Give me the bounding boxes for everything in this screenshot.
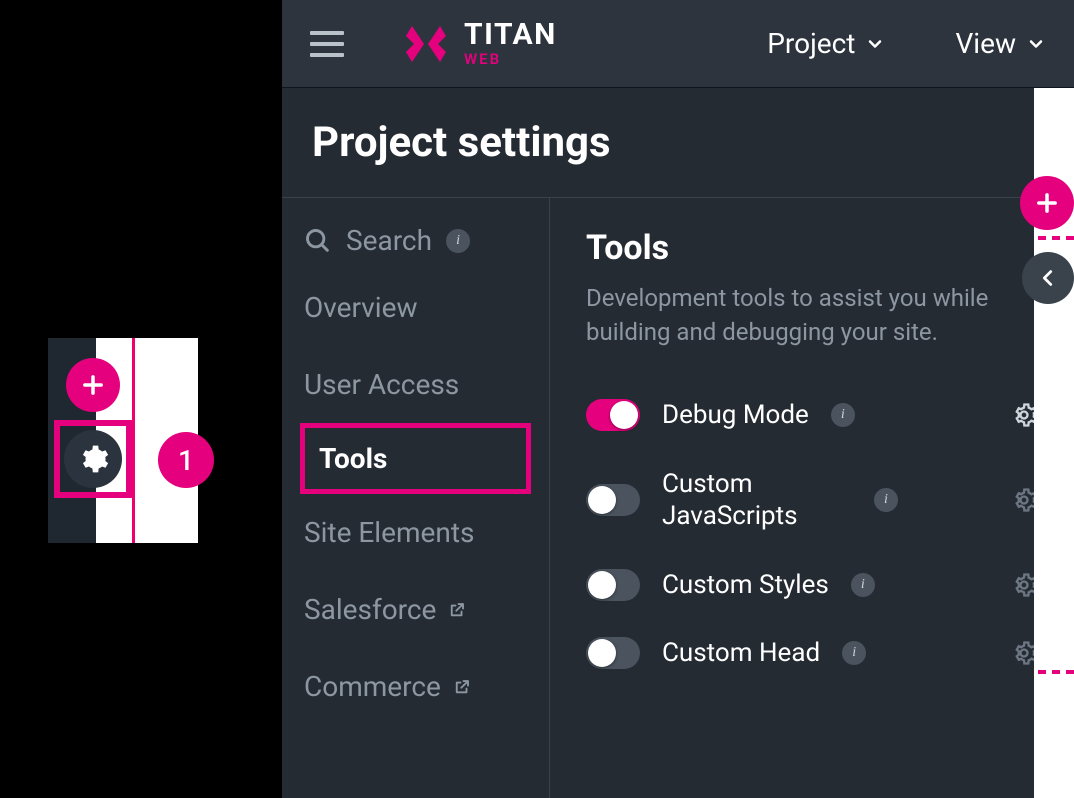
plus-icon [1033,189,1061,217]
menu-view[interactable]: View [955,27,1046,60]
tool-label: Custom Styles [662,569,829,602]
tool-row-custom-head: Custom Head i [586,619,1038,688]
info-icon[interactable]: i [874,488,898,512]
brand-title: TITAN [464,20,557,50]
callout-badge-1: 1 [158,432,214,488]
menu-project[interactable]: Project [767,27,885,60]
content: Search i Overview User Access Tools Site… [282,198,1074,798]
sidebar-item-label: Commerce [304,670,441,703]
sidebar-item-salesforce[interactable]: Salesforce [282,571,549,648]
hamburger-button[interactable] [310,31,344,57]
gear-icon [77,443,109,475]
sidebar-item-label: User Access [304,368,459,401]
search-placeholder: Search [346,224,432,257]
sidebar-item-label: Overview [304,291,418,324]
app-panel: TITAN WEB Project View Project settings … [282,0,1074,798]
brand-subtitle: WEB [464,52,557,67]
brand-logo-icon [402,20,450,68]
tool-label: Debug Mode [662,399,809,432]
right-add-button[interactable] [1020,176,1074,230]
menu-project-label: Project [767,27,855,60]
detail-title: Tools [586,228,1038,268]
sidebar-item-tools[interactable]: Tools [300,423,531,494]
page-title: Project settings [312,118,1044,167]
topbar: TITAN WEB Project View [282,0,1074,88]
external-link-icon [448,601,466,619]
chevron-down-icon [865,34,885,54]
info-icon[interactable]: i [446,229,470,253]
tool-row-custom-javascripts: Custom JavaScripts i [586,450,1038,551]
chevron-down-icon [1026,34,1046,54]
nav-list: Overview User Access Tools Site Elements… [282,269,549,725]
sidebar-item-label: Salesforce [304,593,436,626]
brand-text: TITAN WEB [464,20,557,67]
canvas-guide-line-2 [1038,670,1074,674]
tool-row-debug-mode: Debug Mode i [586,381,1038,450]
search-icon [304,227,332,255]
info-icon[interactable]: i [831,403,855,427]
panel-collapse-button[interactable] [1022,252,1074,304]
sidebar-item-overview[interactable]: Overview [282,269,549,346]
toggle-custom-styles[interactable] [586,569,640,601]
search-row[interactable]: Search i [282,224,549,269]
detail-panel: Tools Development tools to assist you wh… [550,198,1074,798]
top-menu: Project View [767,27,1046,60]
detail-desc: Development tools to assist you while bu… [586,282,1006,349]
info-icon[interactable]: i [851,573,875,597]
chevron-left-icon [1037,267,1059,289]
external-link-icon [453,678,471,696]
info-icon[interactable]: i [842,641,866,665]
sidebar-item-label: Tools [319,442,387,475]
sidebar-item-commerce[interactable]: Commerce [282,648,549,725]
tool-label: Custom JavaScripts [662,468,852,533]
toggle-custom-head[interactable] [586,637,640,669]
sidebar-item-label: Site Elements [304,516,474,549]
toggle-custom-javascripts[interactable] [586,484,640,516]
settings-sidebar: Search i Overview User Access Tools Site… [282,198,550,798]
brand: TITAN WEB [402,20,557,68]
menu-view-label: View [955,27,1016,60]
tool-label: Custom Head [662,637,820,670]
thumb-gear-button[interactable] [64,430,122,488]
page-title-row: Project settings [282,88,1074,198]
toggle-debug-mode[interactable] [586,399,640,431]
sidebar-item-site-elements[interactable]: Site Elements [282,494,549,571]
callout-badge-1-text: 1 [178,444,194,477]
plus-icon [79,371,107,399]
thumb-add-button[interactable] [66,358,120,412]
thumb-gear-highlight [54,420,132,498]
canvas-guide-line [1038,236,1074,240]
sidebar-item-user-access[interactable]: User Access [282,346,549,423]
tool-row-custom-styles: Custom Styles i [586,551,1038,620]
